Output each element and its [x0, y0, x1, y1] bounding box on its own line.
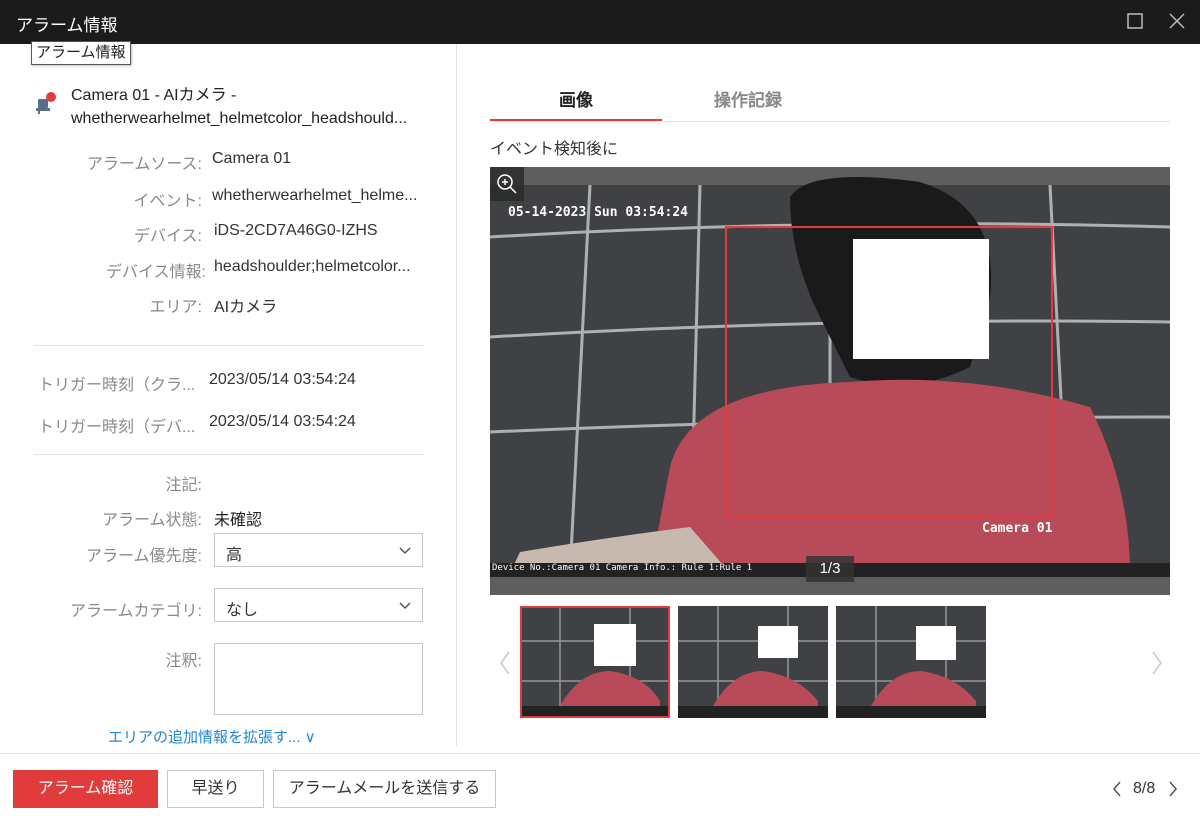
- send-alarm-mail-button[interactable]: アラームメールを送信する: [273, 770, 496, 808]
- thumbnail-image: [520, 606, 670, 718]
- image-counter: 1/3: [806, 556, 854, 582]
- divider: [34, 454, 424, 455]
- camera-alarm-icon: [36, 92, 56, 114]
- remark-textarea[interactable]: [214, 643, 423, 715]
- pager-value: 8/8: [1133, 780, 1156, 797]
- window-title: アラーム情報: [16, 16, 118, 35]
- trigger-time-device-value: 2023/05/14 03:54:24: [209, 413, 356, 430]
- osd-device-info: Device No.:Camera 01 Camera Info.: Rule …: [492, 563, 753, 573]
- alarm-status-label: アラーム状態:: [102, 512, 202, 529]
- trigger-time-client-label: トリガー時刻（クラ...: [38, 377, 196, 394]
- device-value: iDS-2CD7A46G0-IZHS: [214, 222, 378, 239]
- thumbnail-1[interactable]: [520, 606, 670, 718]
- fast-forward-button[interactable]: 早送り: [167, 770, 264, 808]
- chevron-right-icon[interactable]: [1166, 780, 1180, 798]
- osd-camera-name: Camera 01: [982, 521, 1053, 536]
- osd-timestamp: 05-14-2023 Sun 03:54:24: [508, 205, 689, 220]
- footer-divider: [0, 753, 1200, 754]
- device-info-value: headshoulder;helmetcolor...: [214, 258, 411, 275]
- area-value: AIカメラ: [214, 299, 278, 316]
- alarm-category-value: なし: [226, 602, 259, 619]
- camera-title: Camera 01 - AIカメラ - whetherwearhelmet_he…: [71, 84, 431, 130]
- title-bar: アラーム情報: [0, 0, 1200, 44]
- confirm-alarm-button[interactable]: アラーム確認: [13, 770, 158, 808]
- event-value: whetherwearhelmet_helme...: [212, 187, 418, 204]
- chevron-right-icon[interactable]: [1150, 650, 1164, 676]
- camera-title-line1: Camera 01 - AIカメラ -: [71, 87, 237, 104]
- title-tooltip: アラーム情報: [31, 41, 131, 65]
- tab-operation-log[interactable]: 操作記録: [662, 86, 834, 111]
- event-label: イベント:: [133, 193, 202, 210]
- device-info-label: デバイス情報:: [106, 264, 206, 281]
- note-label: 注記:: [165, 477, 202, 494]
- panel-divider: [456, 44, 457, 746]
- alarm-category-select[interactable]: なし: [214, 588, 423, 622]
- zoom-in-icon[interactable]: [490, 167, 524, 201]
- close-icon[interactable]: [1166, 10, 1188, 32]
- chevron-left-icon[interactable]: [1110, 780, 1124, 798]
- expand-area-info-link[interactable]: エリアの追加情報を拡張す... ∨: [108, 726, 316, 747]
- device-label: デバイス:: [134, 228, 202, 245]
- alarm-source-label: アラームソース:: [86, 156, 202, 173]
- alarm-status-value: 未確認: [214, 512, 263, 529]
- snapshot-image: [490, 167, 1170, 595]
- alarm-priority-value: 高: [226, 547, 243, 564]
- tab-divider: [490, 121, 1170, 122]
- thumbnail-3[interactable]: [836, 606, 986, 718]
- chevron-left-icon[interactable]: [498, 650, 512, 676]
- alarm-source-value: Camera 01: [212, 150, 292, 167]
- remark-label: 注釈:: [165, 653, 202, 670]
- camera-title-line2: whetherwearhelmet_helmetcolor_headshould…: [71, 110, 408, 127]
- chevron-down-icon: [399, 547, 411, 555]
- trigger-time-device-label: トリガー時刻（デバ...: [38, 419, 196, 436]
- image-section-label: イベント検知後に: [490, 141, 619, 158]
- thumbnail-image: [836, 606, 986, 718]
- thumbnail-2[interactable]: [678, 606, 828, 718]
- alarm-priority-label: アラーム優先度:: [86, 548, 202, 565]
- maximize-icon[interactable]: [1124, 10, 1146, 32]
- alarm-category-label: アラームカテゴリ:: [70, 603, 202, 620]
- area-label: エリア:: [149, 299, 202, 316]
- trigger-time-client-value: 2023/05/14 03:54:24: [209, 371, 356, 388]
- chevron-down-icon: [399, 602, 411, 610]
- snapshot-viewer: 05-14-2023 Sun 03:54:24 Camera 01 Device…: [490, 167, 1170, 595]
- tab-image[interactable]: 画像: [490, 86, 662, 111]
- thumbnail-image: [678, 606, 828, 718]
- divider: [34, 345, 424, 346]
- alarm-priority-select[interactable]: 高: [214, 533, 423, 567]
